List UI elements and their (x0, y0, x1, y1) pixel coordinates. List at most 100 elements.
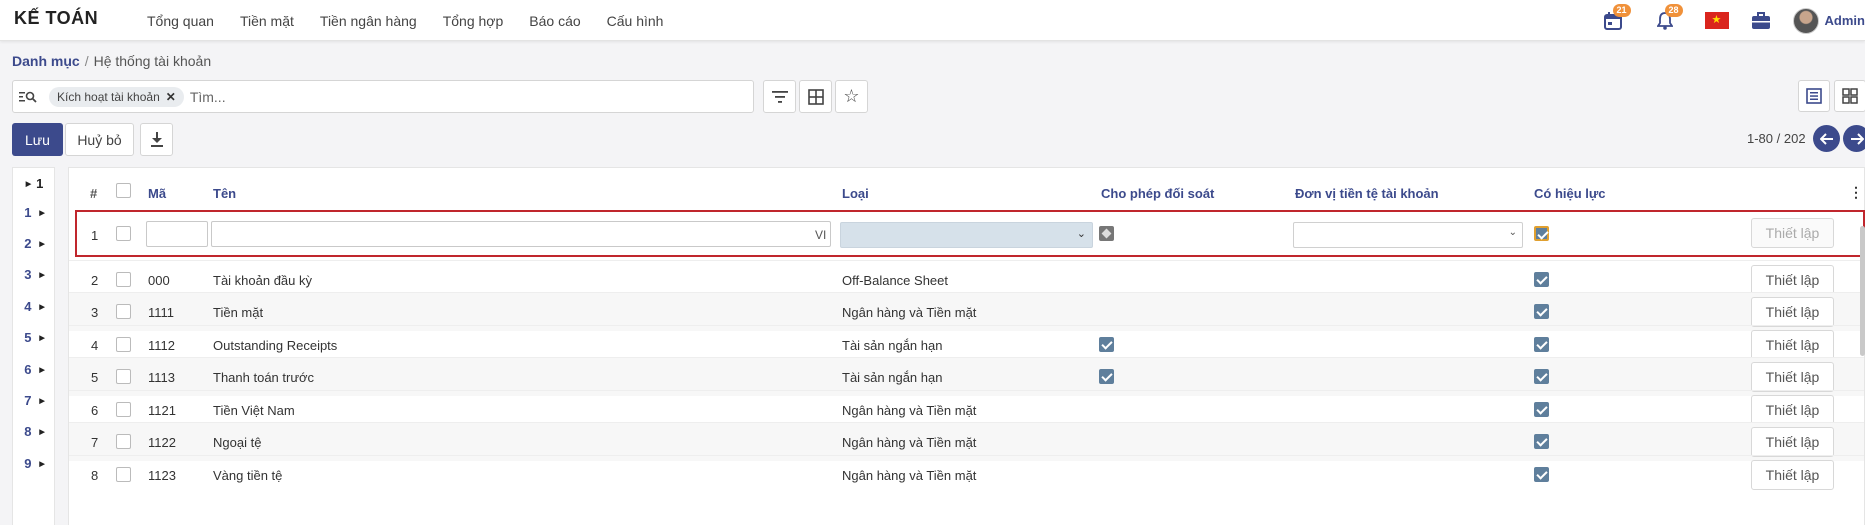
active-checkbox[interactable] (1534, 337, 1549, 352)
col-header-currency[interactable]: Đơn vị tiền tệ tài khoản (1295, 186, 1439, 201)
row-checkbox[interactable] (116, 402, 131, 417)
list-view-button[interactable] (1798, 80, 1830, 112)
setup-button[interactable]: Thiết lập (1751, 265, 1834, 295)
vietnam-flag-icon[interactable]: ★ (1704, 12, 1729, 29)
setup-button[interactable]: Thiết lập (1751, 395, 1834, 425)
top-navbar: KẾ TOÁN Tổng quan Tiền mặt Tiền ngân hàn… (0, 0, 1865, 41)
row-checkbox[interactable] (116, 272, 131, 287)
account-code: 1113 (148, 370, 175, 385)
setup-button[interactable]: Thiết lập (1751, 362, 1834, 392)
pager-next-button[interactable] (1843, 125, 1865, 152)
facet-remove-icon[interactable]: ✕ (166, 90, 176, 104)
menu-item-config[interactable]: Cấu hình (607, 13, 664, 29)
bell-icon[interactable]: 28 (1653, 3, 1683, 33)
setup-button[interactable]: Thiết lập (1751, 427, 1834, 457)
gutter-item[interactable]: 9 ▶ (13, 456, 56, 471)
gutter-item[interactable]: 6 ▶ (13, 362, 56, 377)
group-by-button[interactable] (799, 80, 832, 113)
download-button[interactable] (140, 123, 173, 156)
row-number: 3 (91, 305, 99, 320)
row-checkbox[interactable] (116, 467, 131, 482)
select-all-checkbox[interactable] (116, 183, 131, 198)
row-number: 2 (91, 273, 99, 288)
active-checkbox[interactable] (1534, 434, 1549, 449)
column-options-icon[interactable]: ⋮ (1849, 184, 1863, 201)
calendar-badge: 21 (1612, 3, 1631, 17)
menu-item-bank[interactable]: Tiền ngân hàng (320, 13, 417, 29)
col-header-type[interactable]: Loại (842, 186, 869, 201)
row-number: 7 (91, 435, 99, 450)
col-header-active[interactable]: Có hiệu lực (1534, 186, 1606, 201)
gutter-item[interactable]: 2 ▶ (13, 236, 56, 251)
user-name[interactable]: Admin (1825, 13, 1865, 28)
name-input[interactable] (211, 221, 831, 247)
row-checkbox[interactable] (116, 226, 131, 241)
gutter-item[interactable]: ▶ 1 (13, 176, 56, 191)
cancel-button[interactable]: Huỷ bỏ (65, 123, 134, 156)
kanban-view-button[interactable] (1834, 80, 1865, 112)
gutter-item[interactable]: 7 ▶ (13, 393, 56, 408)
row-checkbox[interactable] (116, 304, 131, 319)
favorites-button[interactable]: ☆ (835, 80, 868, 113)
scrollbar[interactable] (1860, 226, 1865, 356)
filter-button[interactable] (763, 80, 796, 113)
caret-right-icon: ▶ (25, 180, 32, 188)
menu-item-overview[interactable]: Tổng quan (147, 13, 214, 29)
reconcile-checkbox[interactable] (1099, 369, 1114, 384)
calendar-icon[interactable]: 21 (1601, 3, 1631, 33)
search-input[interactable] (189, 88, 730, 105)
type-select[interactable]: ⌄ (840, 222, 1093, 248)
gutter-item[interactable]: 8 ▶ (13, 424, 56, 439)
active-checkbox[interactable] (1534, 226, 1549, 241)
setup-button[interactable]: Thiết lập (1751, 297, 1834, 327)
table-row[interactable]: 8 1123 Vàng tiền tệ Ngân hàng và Tiền mặt Th… (69, 455, 1864, 494)
gutter-item[interactable]: 4 ▶ (13, 299, 56, 314)
setup-button[interactable]: Thiết lập (1751, 218, 1834, 248)
setup-button[interactable]: Thiết lập (1751, 330, 1834, 360)
row-checkbox[interactable] (116, 337, 131, 352)
pager-previous-button[interactable] (1813, 125, 1840, 152)
menu-item-general[interactable]: Tổng hợp (443, 13, 504, 29)
menu-item-cash[interactable]: Tiền mặt (240, 13, 294, 29)
group-gutter: ▶ 1 1 ▶ 2 ▶ 3 ▶ 4 ▶ 5 ▶ 6 ▶ 7 ▶ 8 ▶ 9 ▶ (12, 167, 55, 525)
active-checkbox[interactable] (1534, 369, 1549, 384)
app-brand[interactable]: KẾ TOÁN (14, 8, 98, 29)
active-checkbox[interactable] (1534, 304, 1549, 319)
menu-item-reports[interactable]: Báo cáo (529, 13, 580, 29)
pager-value[interactable]: 1-80 / 202 (1747, 131, 1806, 146)
row-checkbox[interactable] (116, 434, 131, 449)
breadcrumb-parent[interactable]: Danh mục (12, 53, 80, 69)
avatar[interactable] (1792, 7, 1819, 34)
account-code: 1112 (148, 338, 175, 353)
col-header-reconcile[interactable]: Cho phép đối soát (1101, 186, 1214, 201)
row-number: 8 (91, 468, 99, 483)
account-type: Ngân hàng và Tiền mặt (842, 435, 977, 450)
main-menu: Tổng quan Tiền mặt Tiền ngân hàng Tổng h… (147, 0, 689, 41)
briefcase-icon[interactable] (1749, 9, 1773, 33)
active-checkbox[interactable] (1534, 467, 1549, 482)
setup-button[interactable]: Thiết lập (1751, 460, 1834, 490)
account-name: Tài khoản đầu kỳ (213, 273, 313, 288)
list-view-icon (1806, 88, 1822, 104)
col-header-name[interactable]: Tên (213, 186, 236, 201)
account-type: Tài sản ngắn hạn (842, 338, 943, 353)
breadcrumb: Danh mục / Hệ thống tài khoản (12, 53, 211, 69)
caret-right-icon: ▶ (39, 460, 45, 468)
reconcile-checkbox[interactable] (1099, 337, 1114, 352)
language-tag[interactable]: VI (815, 228, 826, 242)
active-checkbox[interactable] (1534, 272, 1549, 287)
currency-select[interactable]: ⌄ (1293, 222, 1523, 248)
caret-right-icon: ▶ (39, 397, 45, 405)
gutter-item[interactable]: 1 ▶ (13, 205, 56, 220)
row-checkbox[interactable] (116, 369, 131, 384)
active-checkbox[interactable] (1534, 402, 1549, 417)
save-button[interactable]: Lưu (12, 123, 63, 156)
caret-right-icon: ▶ (39, 240, 45, 248)
gutter-item[interactable]: 5 ▶ (13, 330, 56, 345)
row-number: 5 (91, 370, 99, 385)
reconcile-checkbox[interactable] (1099, 226, 1114, 241)
col-header-code[interactable]: Mã (148, 186, 166, 201)
gutter-item[interactable]: 3 ▶ (13, 267, 56, 282)
code-input[interactable] (146, 221, 208, 247)
account-code: 000 (148, 273, 170, 288)
